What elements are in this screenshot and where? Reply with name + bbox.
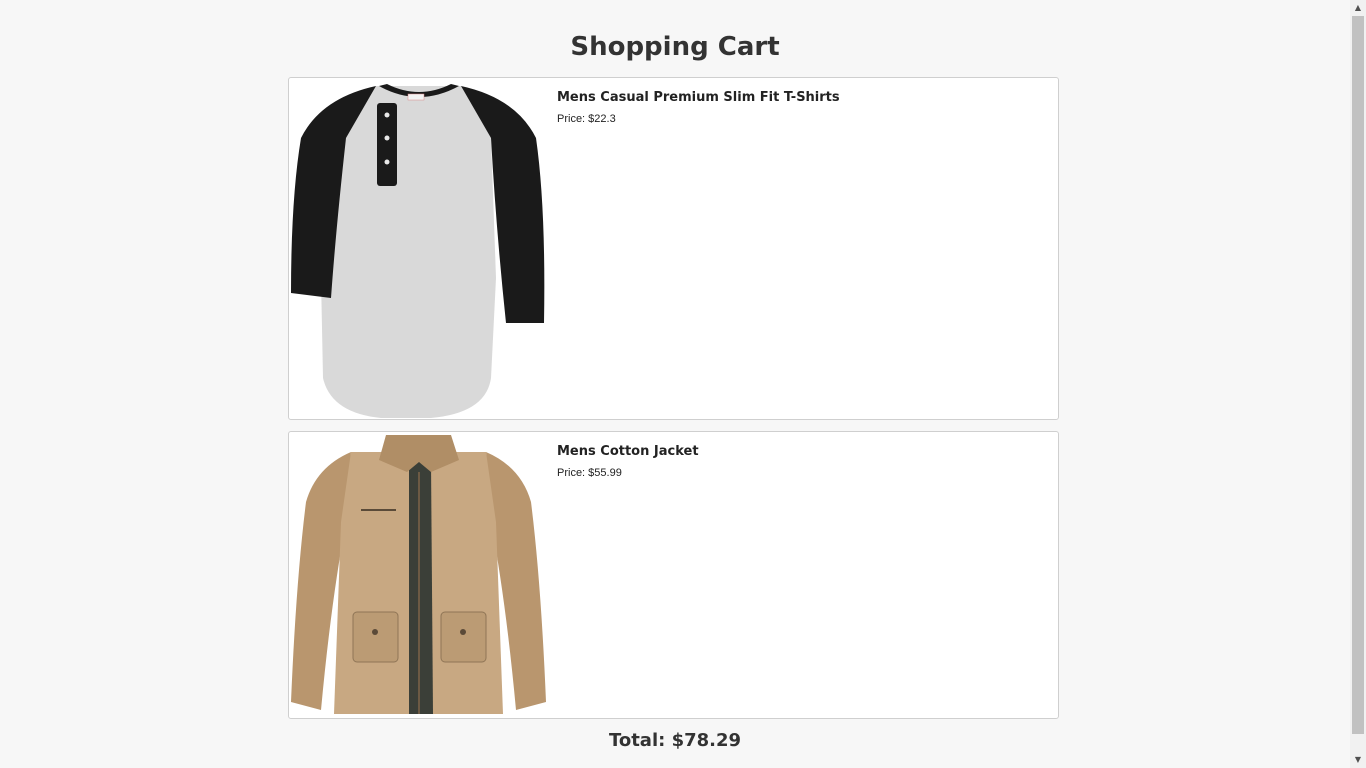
item-name: Mens Casual Premium Slim Fit T-Shirts [557, 90, 840, 105]
scroll-up-arrow-icon[interactable]: ▲ [1350, 0, 1366, 16]
item-info: Mens Casual Premium Slim Fit T-Shirts Pr… [557, 90, 840, 126]
item-price: Price: $55.99 [557, 467, 622, 479]
raglan-henley-tshirt-image [291, 84, 545, 418]
page: Shopping Cart Mens Casual Premium Slim F… [0, 0, 1350, 768]
cart-item: Mens Casual Premium Slim Fit T-Shirts Pr… [288, 77, 1059, 420]
product-image-tshirt [291, 78, 546, 419]
khaki-cotton-jacket-image [291, 435, 546, 714]
page-title: Shopping Cart [570, 32, 780, 62]
item-info: Mens Cotton Jacket Price: $55.99 [557, 444, 699, 480]
cart-item: Mens Cotton Jacket Price: $55.99 [288, 431, 1059, 719]
scrollbar-thumb[interactable] [1352, 16, 1364, 734]
scroll-down-arrow-icon[interactable]: ▼ [1350, 752, 1366, 768]
cart-total: Total: $78.29 [608, 730, 742, 751]
vertical-scrollbar[interactable]: ▲ ▼ [1350, 0, 1366, 768]
item-price: Price: $22.3 [557, 113, 616, 125]
item-name: Mens Cotton Jacket [557, 444, 699, 459]
product-image-jacket [291, 432, 546, 718]
